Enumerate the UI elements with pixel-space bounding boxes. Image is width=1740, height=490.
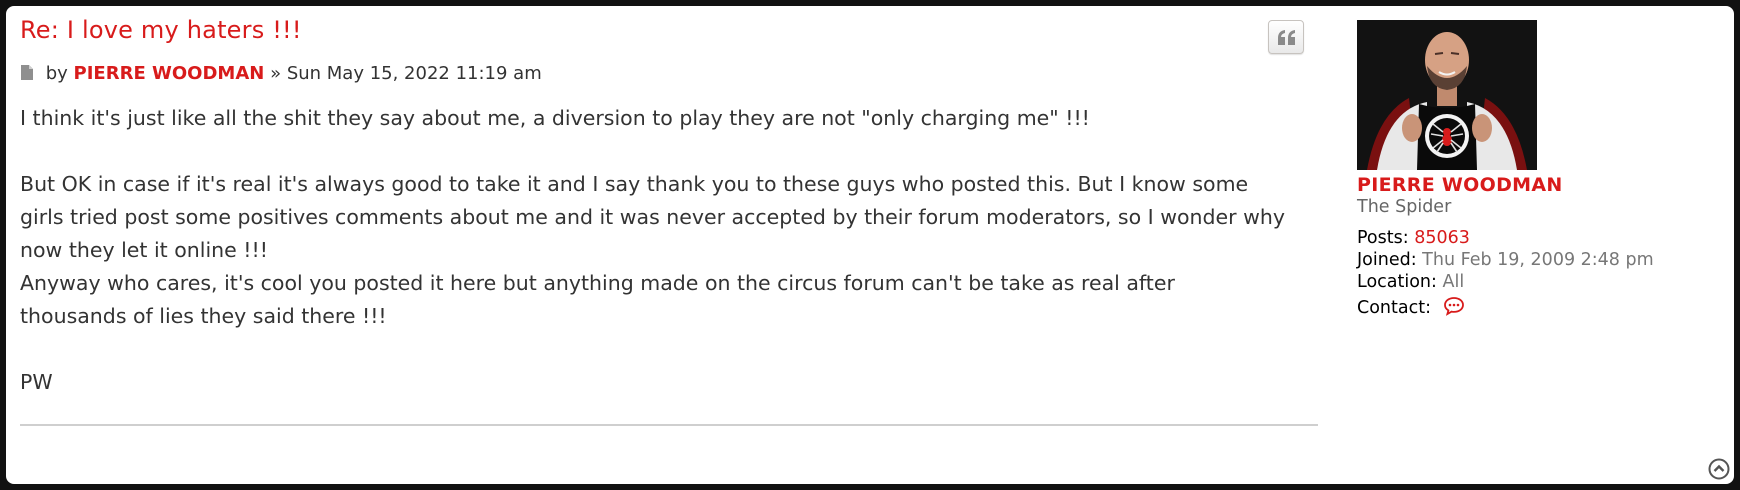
post-divider [20, 424, 1318, 426]
chevron-up-circle-icon [1708, 458, 1730, 480]
back-to-top-button[interactable] [1708, 458, 1730, 480]
profile-username[interactable]: PIERRE WOODMAN [1357, 174, 1687, 196]
quote-icon [1278, 30, 1295, 45]
profile-posts-row: Posts: 85063 [1357, 227, 1687, 249]
document-icon[interactable] [20, 64, 34, 86]
posts-count-link[interactable]: 85063 [1414, 228, 1470, 248]
content-line-blank [20, 333, 1320, 366]
content-line: Anyway who cares, it's cool you posted i… [20, 271, 1175, 295]
speech-bubble-icon[interactable] [1443, 296, 1465, 322]
content-line: girls tried post some positives comments… [20, 205, 1285, 229]
post-content: I think it's just like all the shit they… [20, 102, 1320, 399]
content-line: But OK in case if it's real it's always … [20, 172, 1249, 196]
contact-label: Contact: [1357, 298, 1431, 318]
posts-label: Posts: [1357, 228, 1409, 248]
post-title[interactable]: Re: I love my haters !!! [20, 16, 302, 44]
profile-location-row: Location: All [1357, 271, 1687, 293]
post-container: Re: I love my haters !!! by PIERRE WOODM… [6, 6, 1734, 484]
post-profile: PIERRE WOODMAN The Spider Posts: 85063 J… [1357, 20, 1687, 322]
avatar[interactable] [1357, 20, 1537, 170]
profile-contact-row: Contact: [1357, 296, 1687, 322]
meta-by: by [45, 63, 68, 84]
content-line: now they let it online !!! [20, 238, 268, 262]
profile-details: Posts: 85063 Joined: Thu Feb 19, 2009 2:… [1357, 227, 1687, 322]
location-label: Location: [1357, 272, 1437, 292]
post-date: Sun May 15, 2022 11:19 am [286, 63, 542, 84]
post-meta: by PIERRE WOODMAN » Sun May 15, 2022 11:… [20, 63, 542, 86]
post-author-link[interactable]: PIERRE WOODMAN [74, 63, 265, 84]
content-signature: PW [20, 370, 53, 394]
content-line: thousands of lies they said there !!! [20, 304, 387, 328]
location-value: All [1442, 272, 1465, 292]
joined-label: Joined: [1357, 250, 1417, 270]
quote-button[interactable] [1268, 20, 1304, 54]
meta-separator: » [270, 63, 282, 84]
profile-joined-row: Joined: Thu Feb 19, 2009 2:48 pm [1357, 249, 1687, 271]
profile-rank: The Spider [1357, 197, 1452, 217]
content-line: I think it's just like all the shit they… [20, 106, 1090, 130]
joined-value: Thu Feb 19, 2009 2:48 pm [1422, 250, 1654, 270]
content-line-blank [20, 135, 1320, 168]
